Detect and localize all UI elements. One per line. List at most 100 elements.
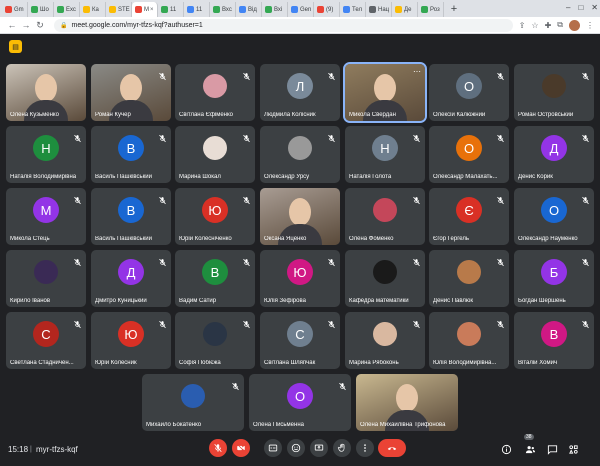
meeting-details-button[interactable] (500, 443, 512, 455)
avatar: Б (541, 259, 567, 285)
back-icon[interactable]: ← (6, 20, 18, 30)
participant-tile[interactable]: Н Наталія Голота (345, 126, 425, 183)
present-button[interactable] (310, 439, 328, 457)
participant-tile[interactable]: О Олексій Калюжний (429, 64, 509, 121)
chat-button[interactable] (546, 443, 558, 455)
participant-tile[interactable]: Олена Кузьменко (6, 64, 86, 121)
profile-avatar[interactable] (569, 19, 580, 31)
tab-favicon-icon (239, 6, 246, 13)
activities-button[interactable] (567, 443, 579, 455)
browser-tab[interactable]: 11 (184, 2, 210, 17)
browser-tab[interactable]: Роз (418, 2, 444, 17)
participant-tile[interactable]: В Вадим Сатир (175, 250, 255, 307)
browser-tab[interactable]: Нац (366, 2, 392, 17)
browser-tab[interactable]: Вхс (210, 2, 236, 17)
participant-tile[interactable]: Ю Юрій Колесник (91, 312, 171, 369)
participant-tile[interactable]: О Олена Письменна (249, 374, 351, 431)
participant-tile[interactable]: Роман Островський (514, 64, 594, 121)
people-button[interactable] (524, 443, 536, 455)
browser-tab[interactable]: M × (132, 2, 158, 17)
browser-tab[interactable]: Шо (28, 2, 54, 17)
address-bar[interactable]: 🔒 meet.google.com/myr-tfzs-kqf?authuser=… (54, 18, 513, 32)
star-icon[interactable]: ☆ (531, 21, 538, 30)
minimize-icon[interactable]: – (566, 3, 570, 12)
participant-tile[interactable]: О Олександр Малахать... (429, 126, 509, 183)
participant-tile[interactable]: Роман Кучер (91, 64, 171, 121)
participant-tile[interactable]: С Светлана Стадничен... (6, 312, 86, 369)
mic-muted-icon (242, 192, 251, 205)
participant-tile[interactable]: Оксана Яценко (260, 188, 340, 245)
avatar-photo (373, 322, 397, 346)
participant-tile[interactable]: Ю Юлія Зефірова (260, 250, 340, 307)
share-icon[interactable]: ⇪ (519, 21, 526, 30)
menu-icon[interactable]: ⋮ (586, 21, 594, 30)
captions-button[interactable] (264, 439, 282, 457)
participant-name: Софія Побієжа (179, 360, 221, 366)
participant-tile[interactable]: В Віталій Хомич (514, 312, 594, 369)
participant-tile[interactable]: Н Наталія Володимирівна (6, 126, 86, 183)
participant-tile[interactable]: Олена Фоменко (345, 188, 425, 245)
participant-tile[interactable]: Кафедра математики (345, 250, 425, 307)
participant-tile[interactable]: ⋯ Микола Свердан (343, 62, 427, 123)
tile-more-icon[interactable]: ⋯ (413, 67, 421, 76)
more-options-button[interactable] (356, 439, 374, 457)
maximize-icon[interactable]: □ (578, 3, 583, 12)
browser-tab[interactable]: Ка (80, 2, 106, 17)
avatar: В (541, 321, 567, 347)
participant-name: Олександр Малахать... (433, 174, 498, 180)
participant-tile[interactable]: Марина Шокал (175, 126, 255, 183)
forward-icon[interactable]: → (20, 20, 32, 30)
person-face (289, 198, 311, 226)
participant-tile[interactable]: Світлана Єфіменко (175, 64, 255, 121)
participant-name: Марина Шокал (179, 174, 221, 180)
participant-tile[interactable]: Денис Павлюк (429, 250, 509, 307)
mic-off-button[interactable] (209, 439, 227, 457)
participant-name: Наталія Володимирівна (10, 174, 77, 180)
participant-tile[interactable]: Юлія Володимирівна... (429, 312, 509, 369)
participant-tile[interactable]: Л Людмила Колісник (260, 64, 340, 121)
participant-tile[interactable]: С Світлана Шляпчак (260, 312, 340, 369)
puzzle-icon[interactable]: ⧉ (557, 20, 563, 30)
extension-icon[interactable]: ✚ (545, 21, 552, 30)
browser-tab[interactable]: Від (236, 2, 262, 17)
browser-tab[interactable]: 11 (158, 2, 184, 17)
participant-tile[interactable]: Д Денис Корик (514, 126, 594, 183)
browser-tab[interactable]: Тел (340, 2, 366, 17)
browser-tab[interactable]: Де (392, 2, 418, 17)
participant-tile[interactable]: Марина Рябоконь (345, 312, 425, 369)
participant-name: Вадим Сатир (179, 298, 217, 304)
new-tab-button[interactable]: + (447, 2, 461, 16)
participant-tile[interactable]: Михайло Бокатенко (142, 374, 244, 431)
tab-close-icon[interactable]: × (150, 7, 154, 13)
participant-tile[interactable]: Кирило Іванов (6, 250, 86, 307)
participant-tile[interactable]: В Василь Пашківський (91, 126, 171, 183)
participant-tile[interactable]: Ю Юрій Колесніченко (175, 188, 255, 245)
browser-tab[interactable]: STE (106, 2, 132, 17)
browser-tab[interactable]: Вхі (262, 2, 288, 17)
camera-off-button[interactable] (232, 439, 250, 457)
browser-tab[interactable]: Ехс (54, 2, 80, 17)
tab-favicon-icon (83, 6, 90, 13)
participant-tile[interactable]: Є Єгор Гергель (429, 188, 509, 245)
browser-tab[interactable]: Gen (288, 2, 314, 17)
participant-tile[interactable]: Олександр Урсу (260, 126, 340, 183)
browser-tab[interactable]: (9) (314, 2, 340, 17)
close-window-icon[interactable]: ✕ (591, 3, 598, 12)
browser-tab[interactable]: Gm (2, 2, 28, 17)
participant-tile[interactable]: О Олександр Науменко (514, 188, 594, 245)
participant-tile[interactable]: Д Дмитро Куницький (91, 250, 171, 307)
raise-hand-button[interactable] (333, 439, 351, 457)
tab-label: Вхс (222, 6, 232, 13)
participant-tile[interactable]: М Микола Стець (6, 188, 86, 245)
clock: 15:18 (8, 445, 29, 454)
reload-icon[interactable]: ↻ (34, 20, 46, 31)
participant-tile[interactable]: Софія Побієжа (175, 312, 255, 369)
participant-tile[interactable]: Б Богдан Шершень (514, 250, 594, 307)
meet-info-icon[interactable]: ▤ (9, 40, 22, 53)
leave-call-button[interactable] (378, 439, 406, 457)
participant-tile[interactable]: В Василь Пашківський (91, 188, 171, 245)
avatar: Д (118, 259, 144, 285)
captions-icon (268, 444, 278, 452)
participant-tile[interactable]: Олена Михайлівна Трифонова (356, 374, 458, 431)
emoji-button[interactable] (287, 439, 305, 457)
